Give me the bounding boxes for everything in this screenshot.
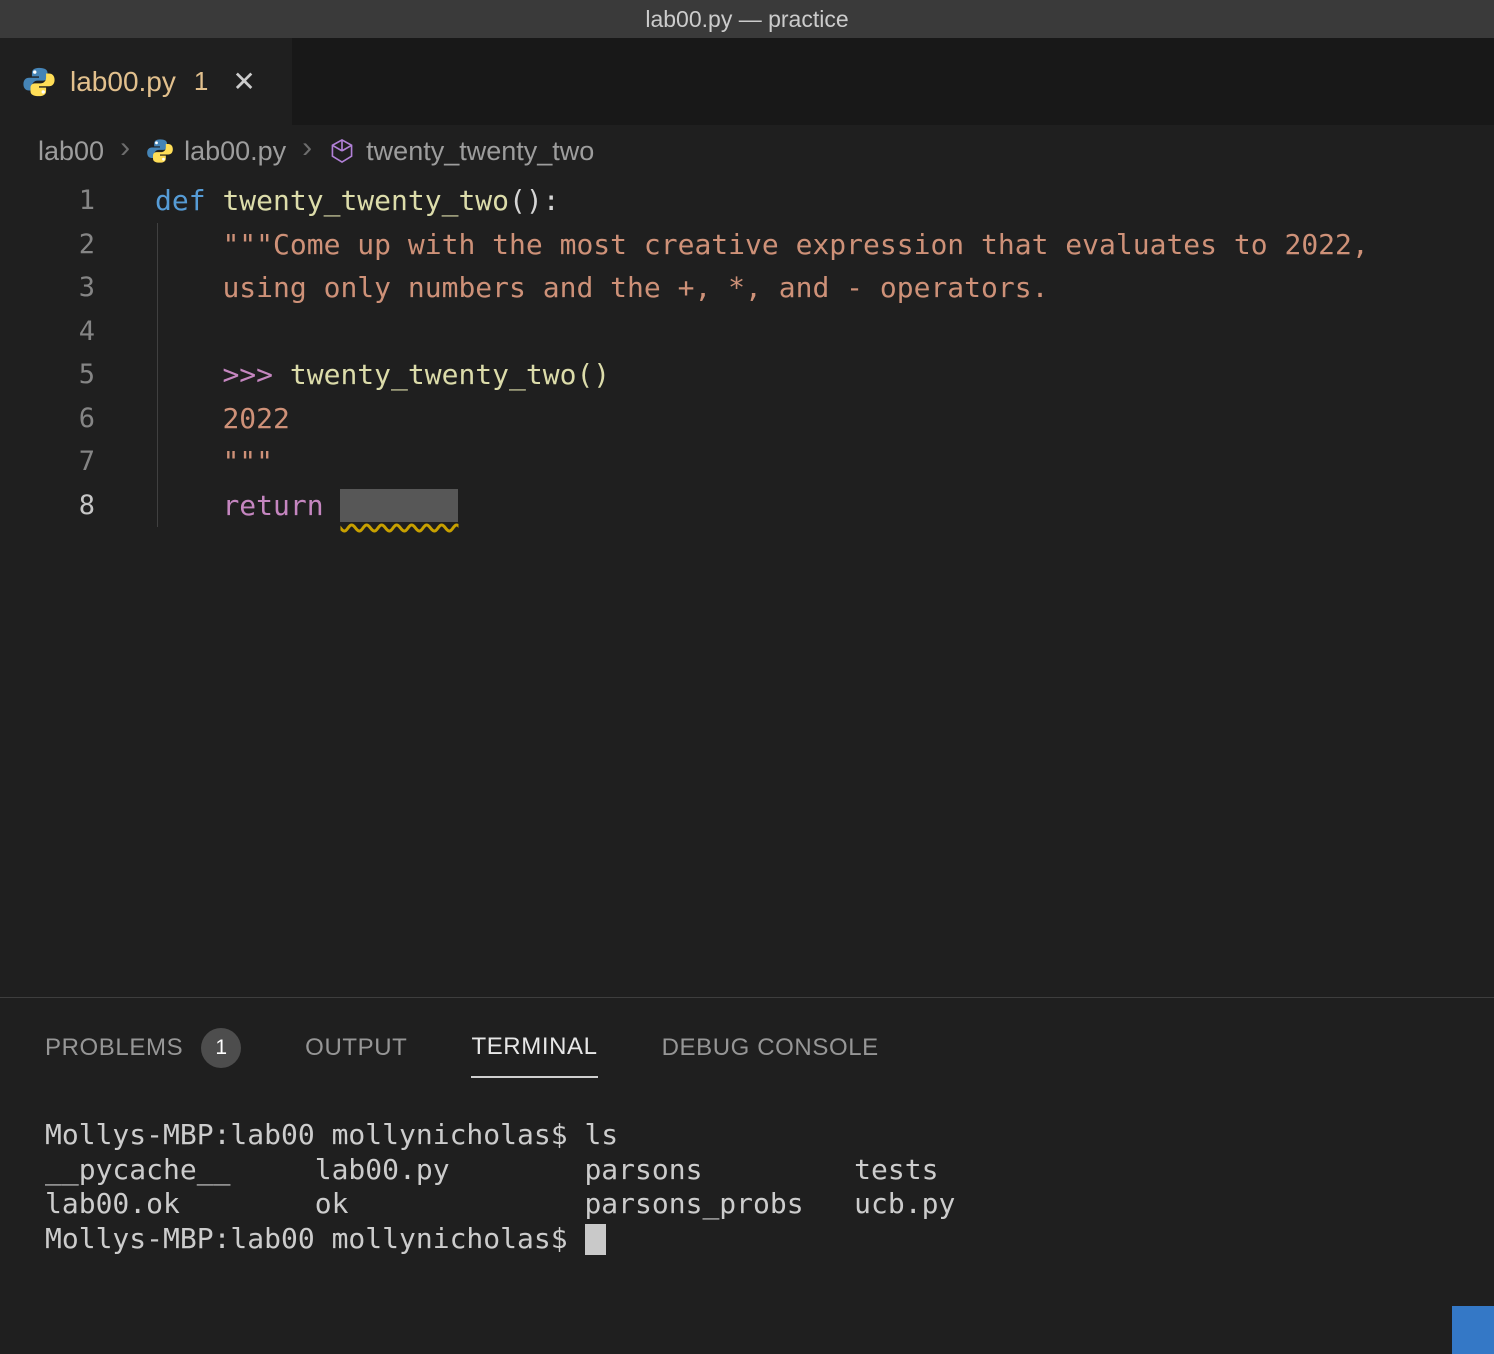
code-token xyxy=(324,489,341,522)
tab-problem-count: 1 xyxy=(194,66,208,97)
line-number: 7 xyxy=(0,440,95,484)
line-number: 1 xyxy=(0,179,95,223)
code-line[interactable]: 3 using only numbers and the +, *, and -… xyxy=(0,266,1494,310)
blue-corner-accent xyxy=(1452,1306,1494,1354)
code-line[interactable]: 5 >>> twenty_twenty_two() xyxy=(0,353,1494,397)
code-line[interactable]: 2 """Come up with the most creative expr… xyxy=(0,223,1494,267)
tab-debug-console-label: DEBUG CONSOLE xyxy=(662,1034,879,1062)
code-token: return xyxy=(222,489,323,522)
code-line[interactable]: 8 return xyxy=(0,484,1494,528)
code-token: using only numbers and the +, *, and - o… xyxy=(222,271,1048,304)
code-text: """ xyxy=(155,440,273,484)
code-text: def twenty_twenty_two(): xyxy=(155,179,560,223)
titlebar: lab00.py — practice xyxy=(0,0,1494,38)
symbol-cube-icon xyxy=(328,137,356,165)
breadcrumb: lab00 › lab00.py › twenty_twenty_two xyxy=(0,125,1494,177)
terminal-prompt: Mollys-MBP:lab00 mollynicholas$ xyxy=(45,1222,584,1255)
tab-bar: lab00.py 1 ✕ xyxy=(0,38,1494,125)
breadcrumb-file[interactable]: lab00.py xyxy=(184,136,286,167)
terminal-line: lab00.ok ok parsons_probs ucb.py xyxy=(45,1187,1494,1222)
terminal-line: Mollys-MBP:lab00 mollynicholas$ xyxy=(45,1222,1494,1257)
breadcrumb-folder[interactable]: lab00 xyxy=(38,136,104,167)
code-token: twenty_twenty_two() xyxy=(290,358,610,391)
window-title: lab00.py — practice xyxy=(645,6,848,33)
code-line[interactable]: 4 xyxy=(0,310,1494,354)
code-text: >>> twenty_twenty_two() xyxy=(155,353,610,397)
code-text: using only numbers and the +, *, and - o… xyxy=(155,266,1048,310)
code-token: >>> xyxy=(222,358,289,391)
code-line[interactable]: 6 2022 xyxy=(0,397,1494,441)
indent-guide xyxy=(157,223,158,527)
code-token xyxy=(155,228,222,261)
tab-terminal-label: TERMINAL xyxy=(471,1033,597,1061)
code-token: """ xyxy=(222,445,273,478)
terminal-output[interactable]: Mollys-MBP:lab00 mollynicholas$ ls __pyc… xyxy=(0,1118,1494,1256)
breadcrumb-symbol[interactable]: twenty_twenty_two xyxy=(366,136,594,167)
code-text: 2022 xyxy=(155,397,290,441)
tab-output[interactable]: OUTPUT xyxy=(305,1018,407,1078)
tab-problems-label: PROBLEMS xyxy=(45,1034,183,1062)
code-text: """Come up with the most creative expres… xyxy=(155,223,1369,267)
code-token: def xyxy=(155,184,222,217)
code-token xyxy=(155,445,222,478)
code-token xyxy=(155,489,222,522)
code-lines-container: 1def twenty_twenty_two():2 """Come up wi… xyxy=(0,179,1494,527)
chevron-right-icon: › xyxy=(120,133,130,169)
panel-tab-bar: PROBLEMS 1 OUTPUT TERMINAL DEBUG CONSOLE xyxy=(0,1018,1494,1078)
python-icon xyxy=(146,137,174,165)
line-number: 2 xyxy=(0,223,95,267)
tab-terminal[interactable]: TERMINAL xyxy=(471,1018,597,1078)
tab-lab00[interactable]: lab00.py 1 ✕ xyxy=(0,38,292,125)
bottom-panel: PROBLEMS 1 OUTPUT TERMINAL DEBUG CONSOLE… xyxy=(0,997,1494,1354)
code-token xyxy=(155,402,222,435)
line-number: 8 xyxy=(0,484,95,528)
chevron-right-icon: › xyxy=(302,133,312,169)
code-editor[interactable]: 1def twenty_twenty_two():2 """Come up wi… xyxy=(0,177,1494,997)
code-token xyxy=(155,271,222,304)
close-icon[interactable]: ✕ xyxy=(232,65,255,98)
code-text: return xyxy=(155,484,458,528)
terminal-line: __pycache__ lab00.py parsons tests xyxy=(45,1153,1494,1188)
tab-problems[interactable]: PROBLEMS 1 xyxy=(45,1018,241,1078)
code-line[interactable]: 7 """ xyxy=(0,440,1494,484)
code-token xyxy=(155,358,222,391)
code-token: (): xyxy=(509,184,560,217)
line-number: 3 xyxy=(0,266,95,310)
line-number: 4 xyxy=(0,310,95,354)
tab-output-label: OUTPUT xyxy=(305,1034,407,1062)
code-token: 2022 xyxy=(222,402,289,435)
problems-count-badge: 1 xyxy=(201,1028,241,1068)
code-token: twenty_twenty_two xyxy=(222,184,509,217)
tab-label: lab00.py xyxy=(70,66,176,98)
terminal-line: Mollys-MBP:lab00 mollynicholas$ ls xyxy=(45,1118,1494,1153)
line-number: 5 xyxy=(0,353,95,397)
python-icon xyxy=(22,65,56,99)
code-token: """Come up with the most creative expres… xyxy=(222,228,1368,261)
tab-debug-console[interactable]: DEBUG CONSOLE xyxy=(662,1018,879,1078)
line-number: 6 xyxy=(0,397,95,441)
code-line[interactable]: 1 def twenty_twenty_two(): xyxy=(0,179,1494,223)
terminal-cursor xyxy=(585,1224,606,1255)
selected-placeholder xyxy=(340,489,458,522)
